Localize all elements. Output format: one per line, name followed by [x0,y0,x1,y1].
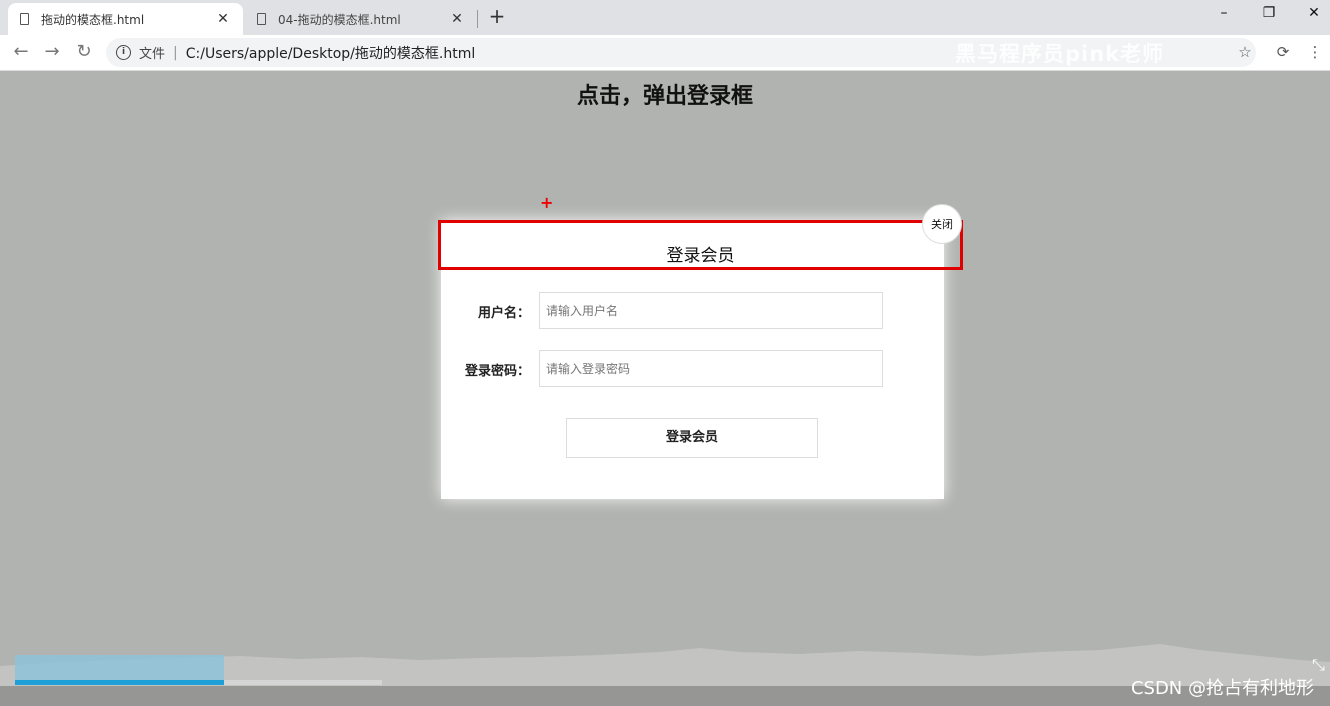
window-close-button[interactable]: ✕ [1304,5,1324,21]
scheme-label: 文件 [139,47,166,62]
tab-bar: 拖动的模态框.html ✕ 04-拖动的模态框.html ✕ + – ❐ ✕ [0,0,1330,35]
video-progress-fill [15,680,225,685]
back-button[interactable]: ← [10,41,32,62]
username-input[interactable] [539,292,883,329]
new-tab-button[interactable]: + [487,4,507,28]
reload-button[interactable]: ↻ [73,41,95,62]
watermark: 黑马程序员pink老师 [955,42,1165,66]
menu-icon[interactable]: ⋮ [1306,43,1324,61]
tab-label: 拖动的模态框.html [41,12,145,27]
address-separator: | [173,44,178,61]
tab-close-icon[interactable]: ✕ [449,11,465,27]
progress-buffer-overlay [15,655,225,680]
password-label: 登录密码： [464,364,530,379]
minimize-button[interactable]: – [1214,5,1234,21]
tab-inactive[interactable]: 04-拖动的模态框.html ✕ [245,3,477,35]
username-label: 用户名： [477,306,530,321]
document-icon [20,13,29,25]
forward-button[interactable]: → [41,41,63,62]
modal-close-button[interactable]: 关闭 [922,204,962,244]
info-icon[interactable]: i [116,45,131,60]
modal-title-drag-area[interactable]: 登录会员 [438,220,963,270]
tab-separator [477,10,478,28]
login-modal: 登录会员 用户名： 登录密码： 登录会员 [438,220,963,499]
address-url[interactable]: C:/Users/apple/Desktop/拖动的模态框.html [186,43,476,63]
password-input[interactable] [539,350,883,387]
tab-active[interactable]: 拖动的模态框.html ✕ [8,3,243,35]
tab-close-icon[interactable]: ✕ [215,11,231,27]
csdn-credit: CSDN @抢占有利地形 [1130,678,1314,699]
tab-label: 04-拖动的模态框.html [278,12,401,27]
open-login-link[interactable]: 点击，弹出登录框 [0,78,1330,110]
fullscreen-icon[interactable]: ⤡ [1312,655,1325,675]
star-icon[interactable]: ☆ [1236,43,1254,61]
document-icon [257,13,266,25]
restore-button[interactable]: ❐ [1259,5,1279,21]
cursor-crosshair-icon: + [540,193,554,212]
login-submit-button[interactable]: 登录会员 [566,418,818,458]
sync-icon[interactable]: ⟳ [1274,43,1292,61]
video-progress-bar[interactable] [15,680,382,685]
